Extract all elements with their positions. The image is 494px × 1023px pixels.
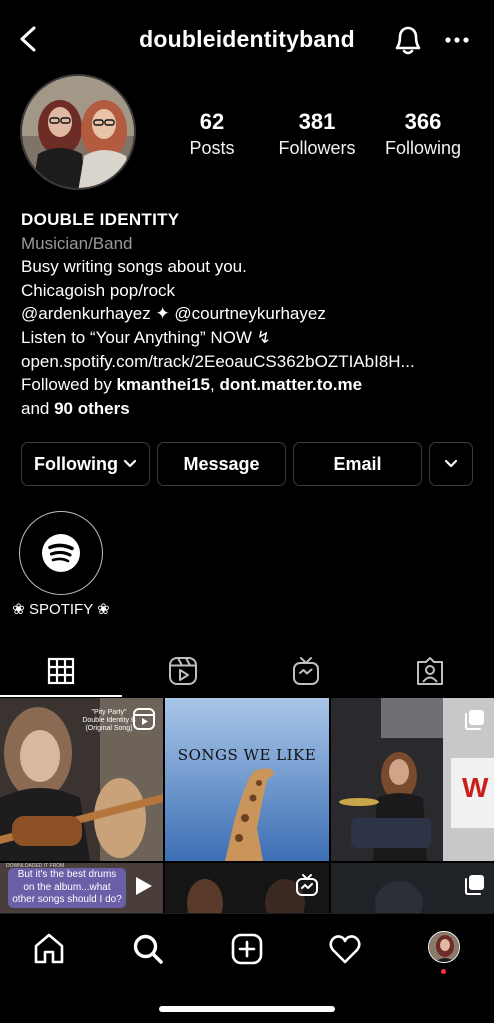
suggested-accounts-button[interactable]: [429, 442, 473, 486]
activity-heart-icon[interactable]: [328, 932, 362, 966]
following-button-label: Following: [34, 453, 118, 474]
notification-dot: [441, 969, 446, 974]
top-header: doubleidentityband: [0, 0, 494, 80]
post-sign-text: W: [462, 772, 489, 803]
posts-count-label: Posts: [189, 138, 235, 158]
bio-mentions[interactable]: @ardenkurhayez ✦ @courtneykurhayez: [21, 302, 481, 326]
profile-avatar[interactable]: [20, 74, 136, 190]
chevron-down-icon: [444, 459, 458, 468]
tab-igtv[interactable]: [245, 648, 367, 694]
bio-line: Busy writing songs about you.: [21, 257, 247, 277]
spotify-icon: [42, 534, 80, 572]
following-count-label: Following: [384, 138, 462, 158]
message-button[interactable]: Message: [157, 442, 286, 486]
tab-posts-grid[interactable]: [0, 648, 122, 694]
followed-user-link[interactable]: kmanthei15: [116, 375, 210, 394]
grid-icon: [47, 657, 75, 685]
tab-reels[interactable]: [122, 648, 244, 694]
followers-count-value: 381: [298, 109, 336, 134]
home-indicator: [159, 1006, 335, 1012]
followers-count[interactable]: 381 Followers: [262, 108, 372, 160]
play-icon: [136, 877, 152, 895]
bio-line: Listen to “Your Anything” NOW ↯: [21, 327, 271, 347]
and-prefix: and: [21, 398, 55, 418]
active-tab-indicator: [0, 695, 122, 697]
reels-icon: [169, 657, 197, 685]
overlay-line: Double Identity B: [82, 717, 136, 724]
post-caption-bubble: But it's the best drums on the album...w…: [8, 868, 126, 908]
avatar-photo: [22, 76, 134, 188]
email-button-label: Email: [333, 453, 382, 474]
others-count: 90 others: [54, 398, 130, 418]
display-name: DOUBLE IDENTITY: [21, 210, 180, 229]
new-post-icon[interactable]: [230, 932, 264, 966]
post-overlay-text: "Pity Party" Double Identity B (Original…: [82, 709, 136, 733]
highlight-spotify[interactable]: [19, 511, 103, 595]
following-count[interactable]: 366 Following: [368, 108, 478, 160]
profile-nav-avatar[interactable]: [428, 931, 460, 963]
message-button-label: Message: [183, 453, 260, 474]
post-thumbnail[interactable]: "Pity Party" Double Identity B (Original…: [0, 698, 163, 861]
followed-user-link[interactable]: dont.matter.to.me: [219, 375, 362, 394]
post-thumbnail[interactable]: W: [331, 698, 494, 861]
post-thumbnail[interactable]: [165, 863, 329, 913]
overlay-line: "Pity Party": [91, 709, 127, 716]
tab-tagged[interactable]: [369, 648, 491, 694]
more-options-icon[interactable]: [444, 28, 470, 52]
followed-by-prefix: Followed by: [21, 375, 117, 395]
email-button[interactable]: Email: [293, 442, 422, 486]
post-thumbnail[interactable]: [331, 863, 494, 913]
bio-line: Chicagoish pop/rock: [21, 280, 176, 300]
notification-bell-icon[interactable]: [391, 22, 425, 58]
category-label: Musician/Band: [21, 233, 133, 253]
following-count-value: 366: [404, 109, 442, 134]
following-button[interactable]: Following: [21, 442, 150, 486]
posts-count-value: 62: [199, 109, 225, 134]
overlay-line: (Original Song): [85, 725, 133, 732]
search-icon[interactable]: [131, 932, 165, 966]
profile-bio: DOUBLE IDENTITY Musician/Band Busy writi…: [21, 208, 481, 420]
post-image-giraffe: [165, 698, 329, 861]
post-title-text: SONGS WE LIKE: [177, 746, 317, 764]
igtv-icon: [296, 874, 318, 896]
igtv-icon: [293, 657, 319, 685]
followed-by[interactable]: Followed by kmanthei15, dont.matter.to.m…: [21, 373, 481, 397]
avatar: [429, 932, 459, 962]
home-icon[interactable]: [32, 932, 66, 966]
post-thumbnail[interactable]: DOWNLOADED IT FROM But it's the best dru…: [0, 863, 163, 913]
bio-link[interactable]: open.spotify.com/track/2EeoauCS362bOZTIA…: [21, 350, 481, 374]
reels-icon: [133, 708, 155, 730]
highlight-label: ❀ SPOTIFY ❀: [12, 601, 110, 618]
carousel-icon: [465, 875, 484, 895]
tagged-icon: [417, 657, 443, 685]
followers-count-label: Followers: [278, 138, 356, 158]
posts-count[interactable]: 62 Posts: [157, 108, 267, 160]
chevron-down-icon: [123, 459, 137, 468]
followed-by-others[interactable]: and 90 others: [21, 397, 481, 421]
carousel-icon: [465, 710, 484, 730]
post-thumbnail[interactable]: SONGS WE LIKE: [165, 698, 329, 861]
